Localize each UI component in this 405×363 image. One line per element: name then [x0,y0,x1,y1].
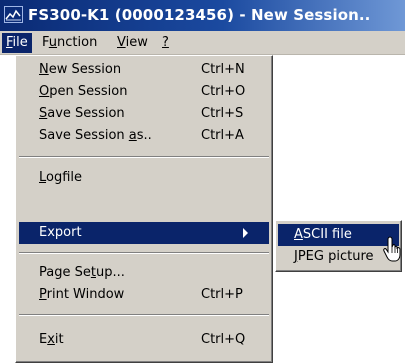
submenu-item-ascii-file[interactable]: ASCII file [278,224,399,246]
menu-item-label: Print Window [39,287,125,302]
hand-cursor-icon [383,236,401,262]
menu-item-open-session[interactable]: Open Session Ctrl+O [19,81,269,103]
menu-item-shortcut: Ctrl+S [201,106,244,121]
submenu-item-label: ASCII file [294,227,352,242]
menu-item-exit[interactable]: Exit Ctrl+Q [19,329,269,351]
menu-item-export[interactable]: Export [19,222,269,244]
menu-item-shortcut: Ctrl+N [201,62,245,77]
menu-item-shortcut: Ctrl+Q [201,332,246,347]
title-bar[interactable]: FS300-K1 (0000123456) - New Session.. [0,0,405,31]
menu-item-label: Save Session as.. [39,128,152,143]
menu-item-label: Open Session [39,84,128,99]
menu-bar: File Function View ? [0,31,405,55]
menu-separator [19,314,269,316]
menu-item-shortcut: Ctrl+O [201,84,246,99]
menu-item-logfile[interactable]: Logfile [19,167,269,189]
menu-item-label: Page Setup... [39,265,125,280]
menu-separator [19,252,269,254]
file-menu: New Session Ctrl+N Open Session Ctrl+O S… [15,55,273,363]
menu-separator [19,156,269,158]
window-title: FS300-K1 (0000123456) - New Session.. [28,6,371,24]
submenu-item-label: JPEG picture [294,249,374,264]
menu-item-label: Save Session [39,106,125,121]
menu-item-label: Export [39,225,82,240]
app-chart-icon[interactable] [4,6,23,23]
menu-item-label: Logfile [39,170,83,185]
menu-help[interactable]: ? [158,33,173,53]
menu-item-label: New Session [39,62,122,77]
menu-view[interactable]: View [113,33,152,53]
menu-item-shortcut: Ctrl+A [201,128,244,143]
menu-file[interactable]: File [2,33,32,53]
submenu-item-jpeg-picture[interactable]: JPEG picture [278,246,399,268]
menu-function[interactable]: Function [38,33,101,53]
menu-item-shortcut: Ctrl+P [201,287,243,302]
menu-item-new-session[interactable]: New Session Ctrl+N [19,59,269,81]
menu-item-save-session-as[interactable]: Save Session as.. Ctrl+A [19,125,269,147]
menu-item-label: Exit [39,332,64,347]
menu-item-save-session[interactable]: Save Session Ctrl+S [19,103,269,125]
menu-item-print-window[interactable]: Print Window Ctrl+P [19,284,269,306]
submenu-arrow-icon [243,228,248,238]
menu-item-page-setup[interactable]: Page Setup... [19,262,269,284]
